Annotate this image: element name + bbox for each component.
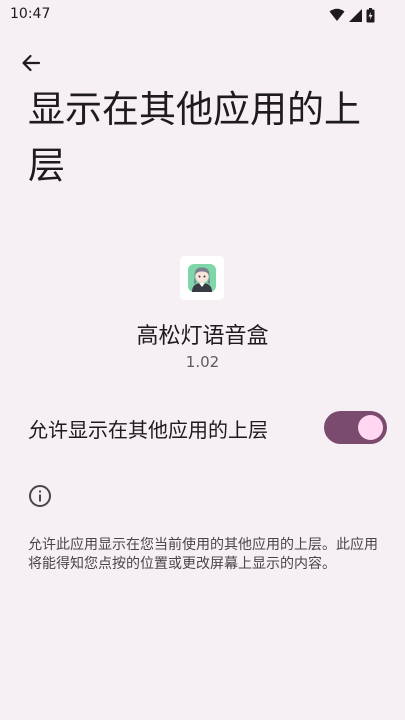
- toggle-thumb: [358, 415, 383, 440]
- permission-description: 允许此应用显示在您当前使用的其他应用的上层。此应用将能得知您点按的位置或更改屏幕…: [28, 537, 378, 572]
- app-icon: [180, 256, 224, 300]
- app-version: 1.02: [185, 353, 220, 371]
- back-button[interactable]: [14, 46, 48, 80]
- wifi-icon: [329, 8, 345, 21]
- signal-icon: [349, 8, 362, 22]
- status-icons: [329, 6, 375, 24]
- permission-label: 允许显示在其他应用的上层: [28, 418, 268, 442]
- app-name: 高松灯语音盒: [136, 324, 269, 349]
- permission-toggle-row[interactable]: 允许显示在其他应用的上层: [0, 400, 405, 456]
- page-title: 显示在其他应用的上层: [28, 88, 361, 187]
- arrow-left-icon: [22, 54, 41, 72]
- permission-toggle[interactable]: [324, 411, 387, 444]
- status-time: 10:47: [10, 6, 51, 22]
- info-icon: [29, 485, 51, 507]
- status-bar: 10:47: [0, 0, 405, 30]
- battery-icon: [366, 7, 375, 22]
- anime-character-app-icon: [188, 264, 216, 292]
